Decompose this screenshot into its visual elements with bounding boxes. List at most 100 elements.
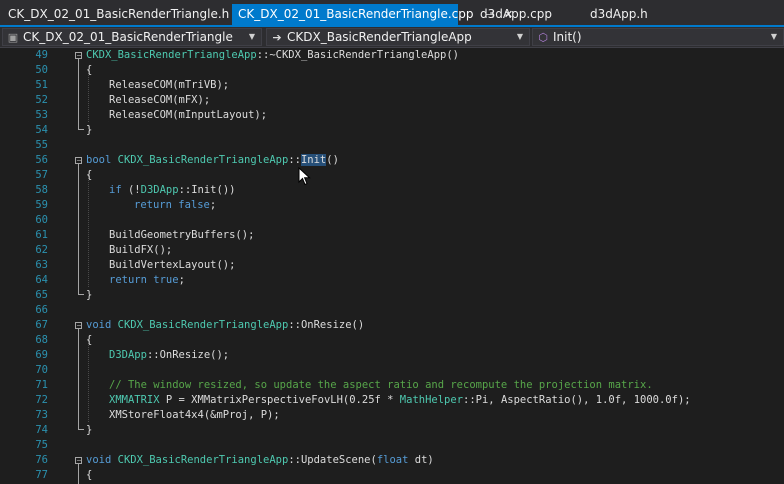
project-dropdown[interactable]: ▣ CK_DX_02_01_BasicRenderTriangle ▼ — [2, 28, 262, 46]
collapse-icon[interactable]: − — [75, 322, 83, 330]
tab-label: d3dApp.h — [590, 7, 648, 21]
code-token: void — [86, 319, 112, 331]
line-number: 68 — [35, 334, 48, 346]
fold-end — [78, 294, 84, 295]
line-number: 55 — [35, 139, 48, 151]
arrow-right-icon: ➔ — [272, 31, 282, 44]
code-token: dt) — [408, 454, 434, 466]
code-editor[interactable]: 49 50 51 52 53 54 55 56 57 58 59 60 61 6… — [0, 48, 784, 484]
line-number: 74 — [35, 424, 48, 436]
tab-label: d3dApp.cpp — [480, 7, 552, 21]
line-number: 75 — [35, 439, 48, 451]
chevron-down-icon: ▼ — [770, 32, 777, 41]
code-line: BuildFX(); — [109, 244, 173, 256]
code-line: bool CKDX_BasicRenderTriangleApp::Init() — [86, 153, 339, 168]
code-line: ReleaseCOM(mTriVB); — [109, 79, 230, 91]
line-number: 61 — [35, 229, 48, 241]
chevron-down-icon: ▼ — [248, 32, 255, 41]
method-icon: ⬡ — [538, 31, 548, 44]
line-number: 77 — [35, 469, 48, 481]
code-line: void CKDX_BasicRenderTriangleApp::Update… — [86, 453, 434, 468]
line-number: 58 — [35, 184, 48, 196]
code-token: return — [109, 274, 147, 286]
scope-dropdown[interactable]: ➔ CKDX_BasicRenderTriangleApp ▼ — [266, 28, 530, 46]
comment-line: // The window resized, so update the asp… — [109, 379, 653, 391]
navigation-bar: ▣ CK_DX_02_01_BasicRenderTriangle ▼ ➔ CKDX… — [0, 27, 784, 48]
line-number: 53 — [35, 109, 48, 121]
selected-token[interactable]: Init — [300, 154, 327, 166]
line-number: 71 — [35, 379, 48, 391]
collapse-icon[interactable]: − — [75, 457, 83, 465]
scope-label: CKDX_BasicRenderTriangleApp — [287, 30, 472, 44]
code-token: () — [326, 154, 339, 166]
mouse-cursor-icon — [298, 167, 311, 186]
line-number: 64 — [35, 274, 48, 286]
chevron-down-icon: ▼ — [516, 32, 523, 41]
line-number: 51 — [35, 79, 48, 91]
code-token: void — [86, 454, 112, 466]
member-dropdown[interactable]: ⬡ Init() ▼ — [532, 28, 784, 46]
code-token: ::Init()) — [178, 184, 236, 196]
code-token: CKDX_BasicRenderTriangleApp — [117, 319, 289, 331]
tab-label: CK_DX_02_01_BasicRenderTriangle.h — [8, 7, 230, 21]
fold-end — [78, 429, 84, 430]
member-label: Init() — [553, 30, 582, 44]
line-number: 57 — [35, 169, 48, 181]
line-number: 60 — [35, 214, 48, 226]
line-number: 66 — [35, 304, 48, 316]
code-line: D3DApp::OnResize(); — [109, 348, 229, 363]
line-number: 72 — [35, 394, 48, 406]
fold-end — [78, 129, 84, 130]
code-line: void CKDX_BasicRenderTriangleApp::OnResi… — [86, 318, 364, 333]
indent-guide — [88, 340, 89, 422]
line-number: 59 — [35, 199, 48, 211]
code-line: CKDX_BasicRenderTriangleApp::~CKDX_Basic… — [86, 48, 459, 63]
code-line: XMMATRIX P = XMMatrixPerspectiveFovLH(0.… — [109, 393, 691, 408]
code-line: { — [86, 64, 93, 76]
code-token: ; — [178, 274, 185, 286]
line-number-gutter: 49 50 51 52 53 54 55 56 57 58 59 60 61 6… — [0, 48, 66, 484]
code-token: CKDX_BasicRenderTriangleApp — [117, 154, 289, 166]
code-line: { — [86, 169, 93, 181]
collapse-icon[interactable]: − — [75, 157, 83, 165]
code-line: ReleaseCOM(mInputLayout); — [109, 109, 268, 121]
code-token: CKDX_BasicRenderTriangleApp — [86, 49, 257, 61]
line-number: 50 — [35, 64, 48, 76]
code-token: XMMATRIX — [109, 394, 160, 406]
line-number: 76 — [35, 454, 48, 466]
code-line: } — [86, 124, 93, 136]
code-token: MathHelper — [399, 394, 464, 406]
line-number: 62 — [35, 244, 48, 256]
line-number: 70 — [35, 364, 48, 376]
code-token: ; — [209, 199, 217, 211]
code-token: D3DApp — [109, 349, 147, 361]
code-line: BuildVertexLayout(); — [109, 259, 236, 271]
tab-d3dapp-h[interactable]: d3dApp.h — [584, 4, 654, 25]
tab-d3dapp-cpp[interactable]: d3dApp.cpp — [474, 4, 558, 25]
tab-basicrendertriangle-cpp[interactable]: CK_DX_02_01_BasicRenderTriangle.cpp ⊣ ✕ — [232, 4, 513, 25]
code-token: ::OnResize(); — [146, 349, 230, 361]
code-token: ::UpdateScene( — [288, 454, 377, 466]
fold-line — [78, 464, 79, 484]
code-token: P = XMMatrixPerspectiveFovLH(0.25f * — [159, 394, 400, 406]
line-number: 52 — [35, 94, 48, 106]
code-token: (! — [121, 184, 141, 196]
indent-guide — [88, 175, 89, 287]
code-token: ::Pi, AspectRatio(), 1.0f, 1000.0f); — [463, 394, 691, 406]
code-token: false — [178, 199, 210, 211]
line-number: 54 — [35, 124, 48, 136]
line-number: 56 — [35, 154, 48, 166]
tab-basicrendertriangle-h[interactable]: CK_DX_02_01_BasicRenderTriangle.h — [2, 4, 235, 25]
code-line: BuildGeometryBuffers(); — [109, 229, 255, 241]
line-number: 49 — [35, 49, 48, 61]
collapse-icon[interactable]: − — [75, 52, 83, 60]
code-line: XMStoreFloat4x4(&mProj, P); — [109, 409, 280, 421]
code-line: } — [86, 424, 93, 436]
line-number: 69 — [35, 349, 48, 361]
line-number: 67 — [35, 319, 48, 331]
code-token: ::~CKDX_BasicRenderTriangleApp() — [256, 49, 459, 61]
document-tab-bar: CK_DX_02_01_BasicRenderTriangle.h CK_DX_… — [0, 0, 784, 26]
fold-line — [78, 164, 79, 294]
code-token: bool — [86, 154, 112, 166]
project-label: CK_DX_02_01_BasicRenderTriangle — [23, 30, 233, 44]
